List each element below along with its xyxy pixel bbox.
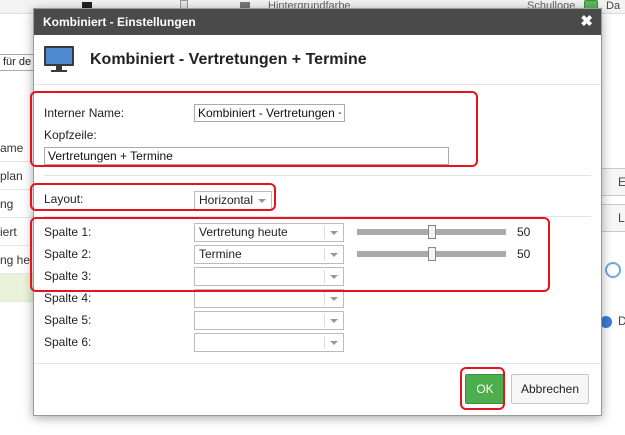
top-right-label: Da: [606, 0, 621, 12]
divider: [44, 175, 591, 176]
list-item[interactable]: iert: [0, 218, 34, 246]
layout-select-value: Horizontal: [199, 193, 254, 207]
settings-dialog: Kombiniert - Einstellungen ✖ Kombiniert …: [30, 8, 602, 416]
chevron-down-icon: [330, 231, 338, 235]
column-3-label: Spalte 3:: [44, 269, 92, 283]
column-5-select[interactable]: [194, 311, 344, 330]
chevron-down-icon: [330, 253, 338, 257]
monitor-icon: [44, 46, 74, 73]
column-6-select[interactable]: [194, 333, 344, 352]
column-6-label: Spalte 6:: [44, 335, 92, 349]
column-3-select[interactable]: [194, 267, 344, 286]
background-list: ame plan ng iert ng he: [0, 134, 34, 302]
kopfzeile-label: Kopfzeile:: [44, 128, 97, 142]
kopfzeile-input[interactable]: [44, 147, 449, 165]
column-2-select[interactable]: Termine: [194, 245, 344, 264]
column-4-select[interactable]: [194, 289, 344, 308]
column-1-label: Spalte 1:: [44, 225, 92, 239]
internal-name-input[interactable]: [194, 104, 345, 122]
list-item[interactable]: ame: [0, 134, 34, 162]
list-item[interactable]: ng: [0, 190, 34, 218]
slider-knob[interactable]: [427, 247, 436, 261]
chevron-down-icon: [258, 199, 266, 203]
chevron-down-icon: [330, 275, 338, 279]
column-2-width-value: 50: [517, 247, 531, 261]
column-2-label: Spalte 2:: [44, 247, 92, 261]
column-1-value: Vertretung heute: [199, 225, 288, 239]
cancel-button[interactable]: Abbrechen: [511, 374, 589, 404]
slider-knob[interactable]: [427, 225, 436, 239]
column-4-label: Spalte 4:: [44, 291, 92, 305]
search-icon[interactable]: [605, 262, 621, 278]
layout-label: Layout:: [44, 192, 84, 206]
background-button-e[interactable]: E: [601, 168, 625, 196]
column-1-width-value: 50: [517, 225, 531, 239]
column-5-label: Spalte 5:: [44, 313, 92, 327]
column-1-width-slider[interactable]: [357, 225, 506, 239]
chevron-down-icon: [330, 297, 338, 301]
internal-name-label: Interner Name:: [44, 106, 125, 120]
dialog-header: Kombiniert - Vertretungen + Termine: [34, 35, 601, 85]
background-d-label: D: [618, 314, 625, 328]
column-2-value: Termine: [199, 247, 242, 261]
column-1-select[interactable]: Vertretung heute: [194, 223, 344, 242]
list-item-selected[interactable]: [0, 274, 34, 302]
page-title: Kombiniert - Vertretungen + Termine: [90, 51, 367, 68]
ok-button[interactable]: OK: [465, 374, 505, 404]
divider: [44, 216, 591, 217]
dialog-titlebar: Kombiniert - Einstellungen: [34, 9, 601, 35]
background-right-buttons: E L: [601, 168, 625, 240]
list-item[interactable]: plan: [0, 162, 34, 190]
close-icon[interactable]: ✖: [580, 9, 593, 35]
column-2-width-slider[interactable]: [357, 247, 506, 261]
chevron-down-icon: [330, 319, 338, 323]
list-item[interactable]: ng he: [0, 246, 34, 274]
chevron-down-icon: [330, 341, 338, 345]
dialog-footer: [34, 363, 601, 364]
background-button-l[interactable]: L: [601, 204, 625, 232]
layout-select[interactable]: Horizontal: [194, 191, 272, 210]
dialog-title: Kombiniert - Einstellungen: [43, 15, 196, 29]
